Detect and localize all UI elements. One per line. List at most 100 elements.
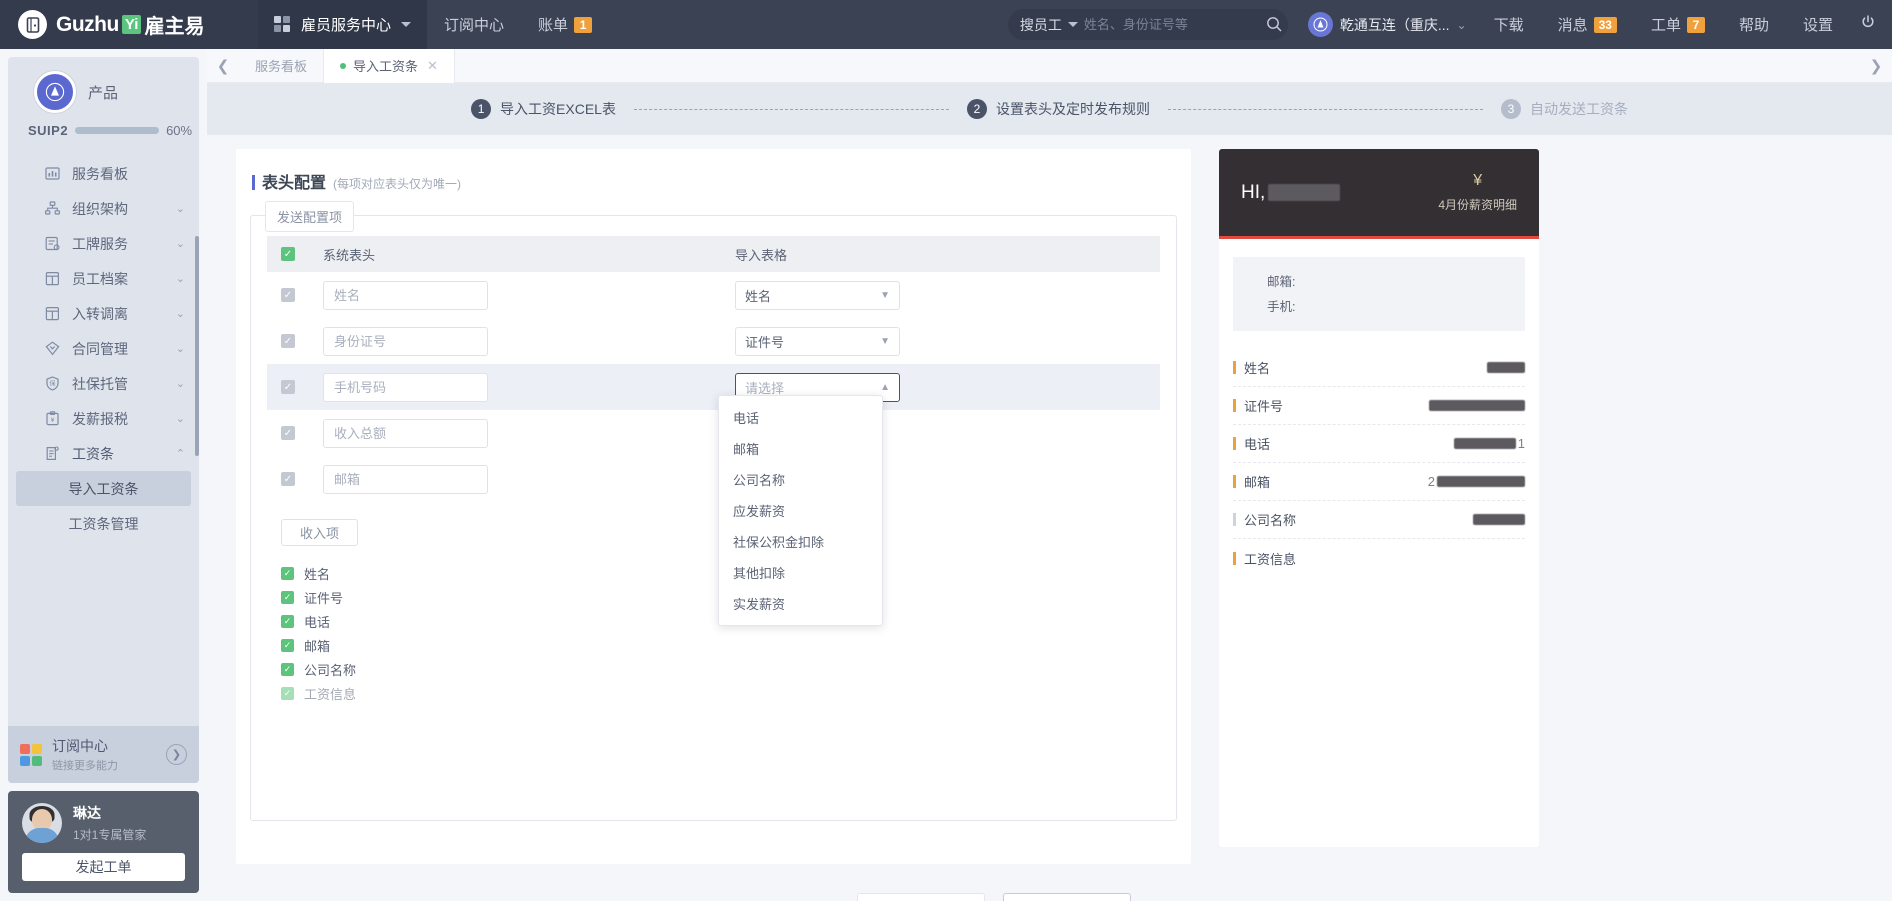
- close-icon[interactable]: ✕: [427, 58, 438, 74]
- payslip-preview-panel: HI, ¥ 4月份薪资明细 邮箱: 手机: 姓名 证件号 电话 1 邮箱 2 公…: [1219, 149, 1539, 847]
- sidebar-item-transfer[interactable]: 入转调离 ⌄: [8, 296, 199, 331]
- item-checkbox[interactable]: ✓: [281, 687, 294, 700]
- nav-label: 账单: [538, 17, 569, 34]
- select-all-checkbox[interactable]: ✓: [281, 247, 295, 261]
- page-title: 表头配置: [262, 175, 327, 192]
- logo-word: Guzhu: [56, 12, 119, 36]
- system-header-input[interactable]: [323, 464, 488, 494]
- sidebar-item-contract[interactable]: 合同管理 ⌄: [8, 331, 199, 366]
- import-header-select[interactable]: 证件号 ▼: [735, 326, 900, 356]
- sidebar-subitem-import-payslip[interactable]: 导入工资条: [16, 471, 191, 506]
- step-1[interactable]: 1 导入工资EXCEL表: [471, 99, 616, 119]
- tab-bar: ❮ 服务看板 导入工资条 ✕ ❯: [207, 48, 1892, 83]
- item-checkbox[interactable]: ✓: [281, 639, 294, 652]
- row-checkbox[interactable]: ✓: [281, 380, 295, 394]
- list-item[interactable]: ✓ 姓名: [267, 562, 1160, 585]
- search-icon[interactable]: [1266, 16, 1283, 33]
- preview-row-value-text: 1: [1517, 436, 1525, 451]
- income-items-button[interactable]: 收入项: [281, 519, 358, 546]
- subscription-subtitle: 链接更多能力: [52, 760, 118, 772]
- system-header-input[interactable]: [323, 418, 488, 448]
- import-header-dropdown-menu[interactable]: 电话 邮箱 公司名称 应发薪资 社保公积金扣除 其他扣除 实发薪资: [718, 395, 883, 626]
- dropdown-option[interactable]: 社保公积金扣除: [719, 526, 882, 557]
- power-icon[interactable]: [1850, 14, 1892, 35]
- item-checkbox[interactable]: ✓: [281, 567, 294, 580]
- nav-tickets[interactable]: 工单 7: [1634, 0, 1722, 49]
- next-step-button[interactable]: [1003, 893, 1131, 901]
- sidebar-scrollbar[interactable]: [195, 236, 199, 706]
- select-value: 姓名: [745, 288, 772, 304]
- nav-download[interactable]: 下载: [1477, 0, 1541, 49]
- income-item-list: ✓ 姓名 ✓ 证件号 ✓ 电话 ✓ 邮箱 ✓ 公司名称 ✓ 工资信息: [267, 562, 1160, 705]
- nav-help[interactable]: 帮助: [1722, 0, 1786, 49]
- sidebar-subitem-payslip-management[interactable]: 工资条管理: [16, 506, 191, 541]
- search-scope-chevron-icon[interactable]: [1067, 22, 1078, 27]
- main-content: 表头配置 (每项对应表头仅为唯一) 发送配置项 ✓ 系统表头 导入表格 ✓ 姓名…: [207, 135, 1892, 901]
- row-checkbox[interactable]: ✓: [281, 472, 295, 486]
- nav-settings[interactable]: 设置: [1786, 0, 1850, 49]
- previous-step-button[interactable]: [857, 893, 985, 901]
- search-input[interactable]: [1083, 17, 1260, 32]
- row-checkbox[interactable]: ✓: [281, 334, 295, 348]
- sidebar-item-payslip[interactable]: 工资条 ⌃: [8, 436, 199, 471]
- item-checkbox[interactable]: ✓: [281, 615, 294, 628]
- dropdown-option[interactable]: 应发薪资: [719, 495, 882, 526]
- preview-greeting: HI,: [1241, 182, 1341, 204]
- system-header-input[interactable]: [323, 326, 488, 356]
- nav-messages[interactable]: 消息 33: [1541, 0, 1634, 49]
- chevron-right-icon[interactable]: ❯: [1860, 49, 1892, 83]
- subscription-center-entry[interactable]: 订阅中心 链接更多能力 ❯: [8, 726, 199, 783]
- masked-employee-name: [1268, 184, 1341, 201]
- nav-subscription-center[interactable]: 订阅中心: [427, 0, 521, 49]
- item-label: 公司名称: [304, 663, 357, 678]
- chevron-left-icon[interactable]: ❮: [207, 49, 239, 83]
- list-item[interactable]: ✓ 工资信息: [267, 682, 1160, 705]
- global-search[interactable]: 搜员工: [1007, 9, 1288, 40]
- dropdown-option[interactable]: 公司名称: [719, 464, 882, 495]
- sidebar-item-badge-service[interactable]: 工牌服务 ⌄: [8, 226, 199, 261]
- step-connector: [1167, 108, 1483, 110]
- list-item[interactable]: ✓ 公司名称: [267, 658, 1160, 681]
- system-header-input[interactable]: [323, 372, 488, 402]
- item-checkbox[interactable]: ✓: [281, 663, 294, 676]
- payroll-tax-icon: ¥: [44, 410, 61, 427]
- tab-label: 导入工资条: [353, 59, 419, 74]
- sidebar-item-employee-file[interactable]: 员工档案 ⌄: [8, 261, 199, 296]
- search-scope-label[interactable]: 搜员工: [1020, 15, 1062, 35]
- row-accent-bar: [1233, 399, 1236, 412]
- item-checkbox[interactable]: ✓: [281, 591, 294, 604]
- dropdown-option[interactable]: 实发薪资: [719, 588, 882, 619]
- system-header-input[interactable]: [323, 280, 488, 310]
- list-item[interactable]: ✓ 电话: [267, 610, 1160, 633]
- sidebar-item-payroll-tax[interactable]: ¥ 发薪报税 ⌄: [8, 401, 199, 436]
- chevron-right-circle-icon[interactable]: ❯: [166, 744, 187, 765]
- preview-row: 姓名: [1233, 349, 1525, 387]
- dropdown-option[interactable]: 电话: [719, 402, 882, 433]
- sidebar-item-org-structure[interactable]: 组织架构 ⌄: [8, 191, 199, 226]
- row-checkbox[interactable]: ✓: [281, 288, 295, 302]
- step-3[interactable]: 3 自动发送工资条: [1500, 99, 1628, 119]
- sidebar-item-social-insurance[interactable]: 保 社保托管 ⌄: [8, 366, 199, 401]
- chevron-down-icon: ⌄: [175, 273, 185, 285]
- organization-selector[interactable]: 乾通互连（重庆... ⌄: [1298, 12, 1477, 37]
- preview-row-value: 2: [1428, 474, 1525, 489]
- brand-logo[interactable]: Guzhu Yi 雇主易: [0, 0, 258, 49]
- tab-service-dashboard[interactable]: 服务看板: [239, 48, 325, 83]
- nav-bills[interactable]: 账单 1: [521, 0, 609, 49]
- tab-import-payslip[interactable]: 导入工资条 ✕: [324, 48, 455, 83]
- dropdown-option[interactable]: 邮箱: [719, 433, 882, 464]
- row-checkbox[interactable]: ✓: [281, 426, 295, 440]
- import-header-select[interactable]: 姓名 ▼: [735, 280, 900, 310]
- list-item[interactable]: ✓ 邮箱: [267, 634, 1160, 657]
- sidebar-scrollbar-thumb[interactable]: [195, 236, 199, 456]
- organization-name: 乾通互连（重庆...: [1339, 16, 1450, 33]
- nav-label: 订阅中心: [444, 17, 505, 34]
- list-item[interactable]: ✓ 证件号: [267, 586, 1160, 609]
- sidebar-item-service-dashboard[interactable]: 服务看板: [8, 156, 199, 191]
- item-label: 证件号: [304, 591, 344, 606]
- app-switcher[interactable]: 雇员服务中心: [258, 0, 428, 49]
- shield-insurance-icon: 保: [44, 375, 61, 392]
- step-2[interactable]: 2 设置表头及定时发布规则: [966, 99, 1150, 119]
- dropdown-option[interactable]: 其他扣除: [719, 557, 882, 588]
- create-ticket-button[interactable]: 发起工单: [22, 853, 185, 881]
